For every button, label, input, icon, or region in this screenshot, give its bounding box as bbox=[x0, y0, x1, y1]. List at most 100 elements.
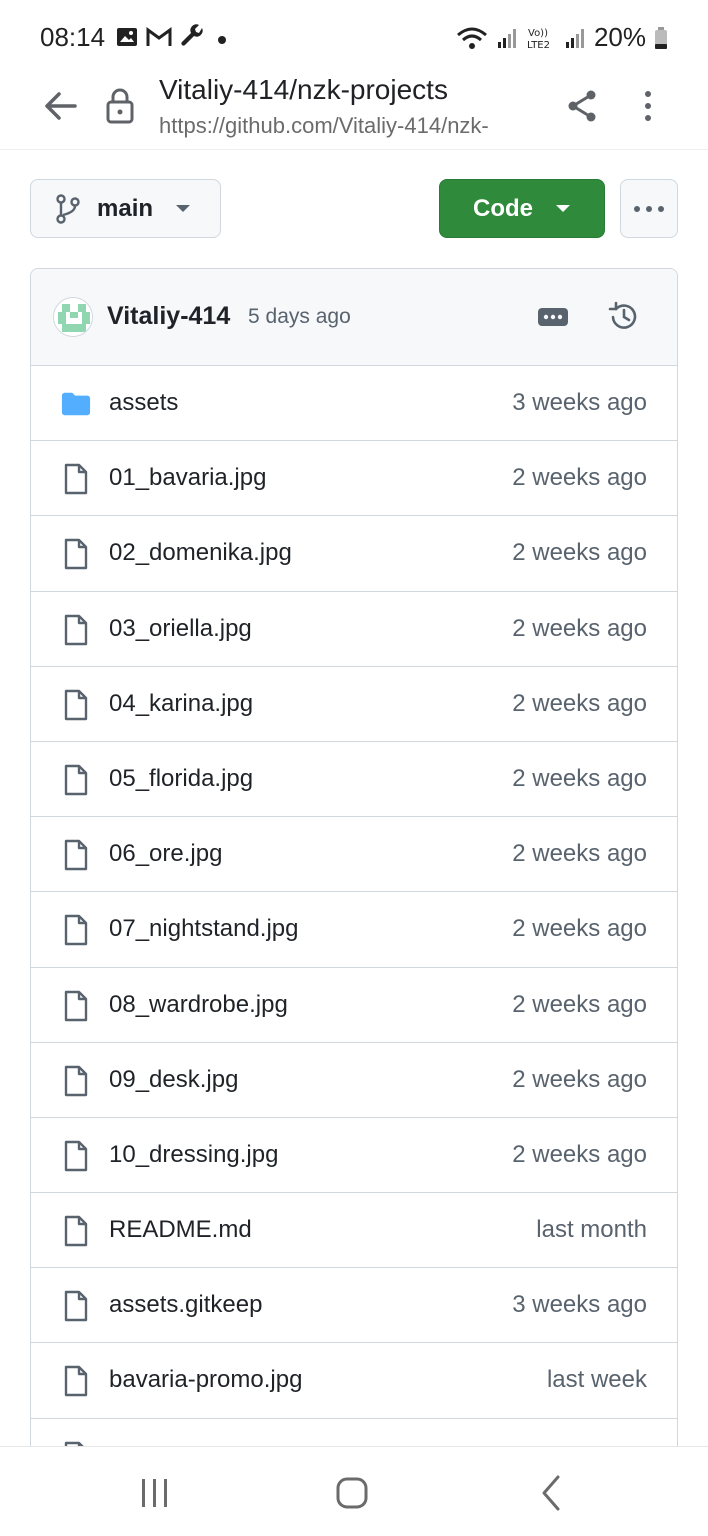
code-button[interactable]: Code bbox=[439, 179, 605, 238]
git-branch-icon bbox=[56, 193, 80, 224]
svg-text:Vo)): Vo)) bbox=[528, 28, 548, 39]
more-options-button[interactable] bbox=[620, 179, 678, 238]
system-back-button[interactable] bbox=[532, 1471, 572, 1515]
history-button[interactable] bbox=[606, 299, 642, 335]
file-icon bbox=[61, 1215, 91, 1247]
battery-percentage: 20% bbox=[593, 22, 646, 52]
table-row[interactable]: 07_nightstand.jpg 2 weeks ago bbox=[31, 892, 677, 968]
file-commit-time: 2 weeks ago bbox=[512, 1140, 647, 1168]
kebab-horizontal-icon bbox=[634, 205, 664, 212]
share-button[interactable] bbox=[560, 84, 604, 128]
browser-menu-button[interactable] bbox=[628, 84, 668, 128]
file-name-link[interactable]: bavaria-promo.jpg bbox=[109, 1366, 302, 1394]
recent-apps-icon bbox=[142, 1479, 167, 1507]
file-commit-time: 3 weeks ago bbox=[512, 1291, 647, 1319]
table-row[interactable]: 06_ore.jpg 2 weeks ago bbox=[31, 817, 677, 893]
url-bar[interactable]: https://github.com/Vitaliy-414/nzk- bbox=[159, 113, 539, 139]
file-commit-time: last week bbox=[546, 1366, 647, 1394]
file-icon bbox=[61, 1140, 91, 1172]
file-icon bbox=[61, 914, 91, 946]
recent-apps-button[interactable] bbox=[132, 1473, 176, 1513]
gmail-icon bbox=[146, 27, 172, 46]
volte-icon: Vo))LTE2 bbox=[527, 28, 550, 51]
system-navigation-bar bbox=[0, 1446, 708, 1536]
vertical-dots-icon bbox=[645, 91, 651, 121]
file-icon bbox=[61, 990, 91, 1022]
file-commit-time: last month bbox=[536, 1216, 647, 1244]
dot-icon bbox=[218, 36, 226, 44]
file-name-link[interactable]: 04_karina.jpg bbox=[109, 690, 253, 718]
folder-icon bbox=[61, 388, 91, 420]
file-commit-time: 2 weeks ago bbox=[512, 764, 647, 792]
page-title[interactable]: Vitaliy-414/nzk-projects bbox=[159, 74, 448, 106]
file-name-link[interactable]: 05_florida.jpg bbox=[109, 765, 253, 793]
table-row[interactable]: 02_domenika.jpg 2 weeks ago bbox=[31, 516, 677, 592]
table-row[interactable]: 01_bavaria.jpg 2 weeks ago bbox=[31, 441, 677, 517]
table-row[interactable]: 04_karina.jpg 2 weeks ago bbox=[31, 666, 677, 742]
file-name-link[interactable]: README.md bbox=[109, 1216, 252, 1244]
file-icon bbox=[61, 1065, 91, 1097]
table-row[interactable]: 08_wardrobe.jpg 2 weeks ago bbox=[31, 967, 677, 1043]
file-name-link[interactable]: 08_wardrobe.jpg bbox=[109, 991, 288, 1019]
signal-icon bbox=[497, 28, 516, 48]
lock-icon[interactable] bbox=[104, 86, 136, 126]
file-name-link[interactable]: 02_domenika.jpg bbox=[109, 539, 292, 567]
commit-author[interactable]: Vitaliy-414 bbox=[107, 302, 230, 331]
home-button[interactable] bbox=[330, 1471, 374, 1515]
table-row[interactable]: 03_oriella.jpg 2 weeks ago bbox=[31, 591, 677, 667]
file-icon bbox=[61, 764, 91, 796]
file-name-link[interactable]: 07_nightstand.jpg bbox=[109, 915, 299, 943]
table-row[interactable]: bavaria-promo.jpg last week bbox=[31, 1343, 677, 1419]
ellipsis-icon bbox=[538, 308, 568, 326]
table-row[interactable]: 10_dressing.jpg 2 weeks ago bbox=[31, 1117, 677, 1194]
battery-icon bbox=[655, 26, 667, 49]
chevron-left-icon bbox=[542, 1475, 560, 1511]
history-icon bbox=[608, 301, 637, 329]
caret-down-icon bbox=[176, 204, 191, 212]
share-icon bbox=[568, 90, 596, 122]
file-name-link[interactable]: 06_ore.jpg bbox=[109, 840, 222, 868]
commit-message-toggle[interactable] bbox=[534, 303, 572, 331]
file-commit-time: 3 weeks ago bbox=[512, 389, 647, 416]
branch-selector[interactable]: main bbox=[30, 179, 221, 238]
arrow-left-icon bbox=[45, 92, 77, 120]
file-icon bbox=[61, 463, 91, 495]
file-name-link[interactable]: assets.gitkeep bbox=[109, 1291, 262, 1319]
table-row[interactable]: 09_desk.jpg 2 weeks ago bbox=[31, 1042, 677, 1118]
signal-icon bbox=[565, 28, 584, 48]
wrench-icon bbox=[181, 24, 203, 46]
file-icon bbox=[61, 1365, 91, 1397]
system-icons: Vo)) LTE2 20% bbox=[456, 22, 668, 53]
caret-down-icon bbox=[556, 204, 570, 212]
table-row[interactable]: 05_florida.jpg 2 weeks ago bbox=[31, 741, 677, 818]
image-icon bbox=[117, 28, 137, 46]
file-commit-time: 2 weeks ago bbox=[512, 689, 647, 717]
commit-time: 5 days ago bbox=[248, 305, 351, 328]
file-icon bbox=[61, 614, 91, 646]
file-icon bbox=[61, 1290, 91, 1322]
file-icon bbox=[61, 689, 91, 721]
table-row[interactable]: README.md last month bbox=[31, 1193, 677, 1269]
file-commit-time: 2 weeks ago bbox=[512, 464, 647, 492]
file-commit-time: 2 weeks ago bbox=[512, 990, 647, 1018]
file-name-link[interactable]: 01_bavaria.jpg bbox=[109, 464, 266, 492]
file-name-link[interactable]: 03_oriella.jpg bbox=[109, 615, 252, 643]
notification-icons bbox=[116, 24, 230, 50]
file-icon bbox=[61, 538, 91, 570]
back-button[interactable] bbox=[38, 84, 82, 128]
file-commit-time: 2 weeks ago bbox=[512, 539, 647, 567]
file-commit-time: 2 weeks ago bbox=[512, 840, 647, 868]
status-time: 08:14 bbox=[40, 22, 106, 52]
file-name-link[interactable]: assets bbox=[109, 389, 178, 417]
file-list: Vitaliy-414 5 days ago assets 3 weeks ago… bbox=[30, 268, 678, 1458]
file-commit-time: 2 weeks ago bbox=[512, 614, 647, 642]
table-row[interactable]: assets 3 weeks ago bbox=[31, 366, 677, 442]
avatar[interactable] bbox=[53, 297, 93, 337]
file-name-link[interactable]: 10_dressing.jpg bbox=[109, 1141, 278, 1169]
table-row[interactable]: assets.gitkeep 3 weeks ago bbox=[31, 1268, 677, 1344]
file-icon bbox=[61, 839, 91, 871]
file-name-link[interactable]: 09_desk.jpg bbox=[109, 1066, 238, 1094]
wifi-icon bbox=[456, 27, 487, 49]
home-icon bbox=[336, 1477, 368, 1509]
browser-toolbar: Vitaliy-414/nzk-projects https://github.… bbox=[0, 74, 708, 150]
